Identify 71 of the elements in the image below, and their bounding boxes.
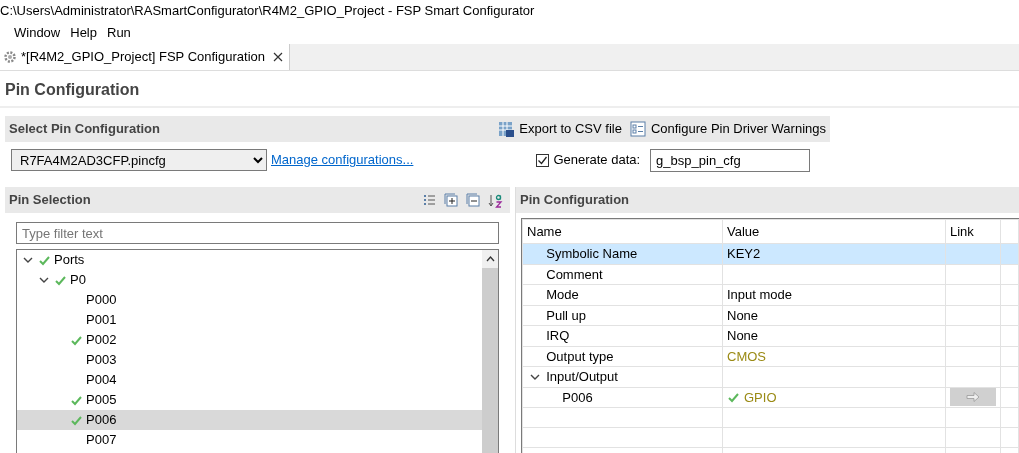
link-button[interactable] bbox=[950, 388, 996, 407]
close-icon[interactable] bbox=[273, 52, 283, 62]
checklist-icon bbox=[629, 120, 647, 138]
menu-item[interactable]: Run bbox=[102, 22, 136, 43]
menu-item[interactable]: Window bbox=[9, 22, 66, 43]
filter-field[interactable]: Type filter text bbox=[16, 222, 499, 244]
property-name: P006 bbox=[562, 388, 593, 407]
toolbar-button[interactable]: Configure Pin Driver Warnings bbox=[625, 119, 830, 139]
property-row[interactable]: Mode Input mode bbox=[522, 284, 1019, 305]
section-title: Select Pin Configuration bbox=[9, 120, 161, 139]
tree-item[interactable]: P001 bbox=[17, 310, 482, 330]
toolbar-button[interactable]: Export to CSV file bbox=[494, 119, 626, 139]
tree-item[interactable]: P003 bbox=[17, 350, 482, 370]
property-value: None bbox=[727, 306, 759, 325]
config-dropdown[interactable]: R7FA4M2AD3CFP.pincfg bbox=[11, 149, 267, 171]
collapse-all-icon[interactable] bbox=[466, 192, 481, 208]
check-icon bbox=[70, 414, 82, 426]
property-name: Comment bbox=[546, 265, 603, 284]
property-value: CMOS bbox=[727, 347, 766, 366]
tree-item[interactable]: Ports bbox=[17, 250, 482, 270]
property-row[interactable]: Comment bbox=[522, 264, 1019, 285]
manage-configurations-link[interactable]: Manage configurations... bbox=[271, 150, 414, 170]
menu-item[interactable]: Help bbox=[65, 22, 102, 43]
property-name: Pull up bbox=[546, 306, 586, 325]
property-name: Symbolic Name bbox=[546, 245, 638, 263]
sort-icon[interactable] bbox=[488, 192, 503, 208]
property-value: KEY2 bbox=[727, 245, 761, 263]
tree-item[interactable]: P002 bbox=[17, 330, 482, 350]
check-icon bbox=[54, 274, 66, 286]
tree-item[interactable]: P004 bbox=[17, 370, 482, 390]
tree-item[interactable]: P007 bbox=[17, 430, 482, 450]
property-row[interactable]: Symbolic Name KEY2 bbox=[522, 243, 1019, 264]
property-row[interactable]: P006 GPIO bbox=[522, 387, 1019, 408]
generate-data-checkbox[interactable] bbox=[536, 153, 550, 167]
property-row[interactable]: Pull up None bbox=[522, 305, 1019, 326]
check-icon bbox=[70, 334, 82, 346]
tree-item[interactable]: P000 bbox=[17, 290, 482, 310]
caret-up-icon bbox=[485, 256, 495, 262]
generate-data-field[interactable]: g_bsp_pin_cfg bbox=[650, 148, 811, 172]
property-value: None bbox=[727, 327, 759, 345]
column-header: Link bbox=[945, 219, 1001, 244]
checkmark-icon bbox=[537, 154, 549, 166]
section-title: Pin Configuration bbox=[520, 191, 630, 210]
property-name: Mode bbox=[546, 286, 579, 304]
property-row[interactable]: Input/Output bbox=[522, 366, 1019, 387]
expand-all-icon[interactable] bbox=[444, 192, 459, 208]
property-name: Output type bbox=[546, 347, 614, 366]
tree-item[interactable]: P0 bbox=[17, 270, 482, 290]
section-title: Pin Selection bbox=[9, 191, 92, 210]
editor-tab[interactable]: *[R4M2_GPIO_Project] FSP Configuration bbox=[0, 44, 290, 70]
tree-item[interactable]: P006 bbox=[17, 410, 482, 430]
check-icon bbox=[38, 254, 50, 266]
list-icon[interactable] bbox=[422, 192, 437, 208]
generate-data-label: Generate data: bbox=[553, 151, 641, 170]
tree-item[interactable]: P005 bbox=[17, 390, 482, 410]
property-value: Input mode bbox=[727, 286, 793, 304]
property-row[interactable]: Output type CMOS bbox=[522, 346, 1019, 367]
property-value: GPIO bbox=[744, 388, 777, 407]
page-heading: Pin Configuration bbox=[0, 71, 1019, 108]
gear-icon bbox=[3, 50, 17, 64]
property-name: IRQ bbox=[546, 327, 570, 345]
spreadsheet-icon bbox=[498, 120, 516, 138]
tab-label: *[R4M2_GPIO_Project] FSP Configuration bbox=[21, 48, 265, 67]
column-header: Value bbox=[722, 219, 946, 244]
check-icon bbox=[70, 394, 82, 406]
column-header: Name bbox=[522, 219, 723, 244]
scrollbar[interactable] bbox=[482, 250, 498, 453]
property-name: Input/Output bbox=[546, 368, 618, 386]
window-title: C:\Users\Administrator\RASmartConfigurator\R4M2_GPIO_Project - FSP Smart Configurator bbox=[0, 2, 536, 20]
arrow-right-icon bbox=[966, 392, 980, 403]
property-row[interactable]: IRQ None bbox=[522, 325, 1019, 346]
